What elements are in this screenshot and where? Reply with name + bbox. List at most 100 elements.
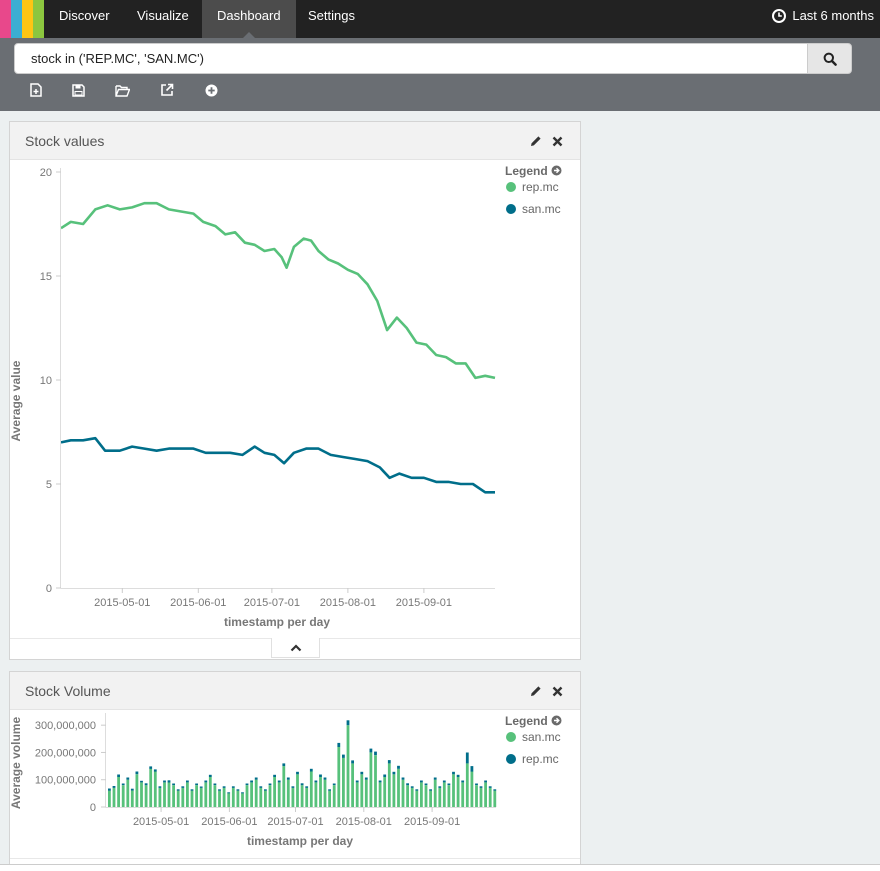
close-icon[interactable] [550, 684, 564, 698]
bar-rep.mc[interactable] [108, 788, 111, 791]
bar-san.mc[interactable] [465, 763, 469, 807]
bar-rep.mc[interactable] [112, 786, 116, 788]
legend-title[interactable]: Legend [505, 164, 562, 178]
bar-san.mc[interactable] [190, 790, 194, 807]
bar-san.mc[interactable] [488, 787, 492, 807]
bar-rep.mc[interactable] [218, 789, 221, 791]
bar-rep.mc[interactable] [176, 789, 180, 791]
bar-rep.mc[interactable] [222, 786, 226, 788]
bar-rep.mc[interactable] [231, 786, 235, 788]
bar-san.mc[interactable] [286, 779, 290, 807]
bar-rep.mc[interactable] [392, 771, 396, 775]
close-icon[interactable] [550, 134, 564, 148]
bar-san.mc[interactable] [484, 782, 487, 808]
bar-san.mc[interactable] [199, 787, 203, 807]
bar-rep.mc[interactable] [190, 789, 194, 791]
bar-rep.mc[interactable] [158, 786, 162, 788]
bar-san.mc[interactable] [277, 782, 281, 808]
bar-rep.mc[interactable] [465, 752, 469, 764]
bar-san.mc[interactable] [296, 774, 299, 807]
tab-settings[interactable]: Settings [293, 0, 370, 38]
bar-rep.mc[interactable] [250, 780, 253, 783]
tab-visualize[interactable]: Visualize [122, 0, 204, 38]
legend-item[interactable]: rep.mc [506, 180, 559, 194]
bar-rep.mc[interactable] [286, 777, 290, 780]
bar-san.mc[interactable] [108, 790, 111, 807]
bar-san.mc[interactable] [401, 779, 405, 807]
bar-rep.mc[interactable] [346, 720, 350, 726]
series-line-rep.mc[interactable] [60, 201, 496, 380]
bar-rep.mc[interactable] [369, 748, 373, 753]
bar-san.mc[interactable] [241, 793, 244, 807]
bar-rep.mc[interactable] [144, 783, 148, 786]
bar-san.mc[interactable] [153, 771, 157, 808]
bar-rep.mc[interactable] [452, 771, 455, 775]
bar-san.mc[interactable] [346, 725, 350, 807]
bar-san.mc[interactable] [328, 790, 331, 807]
bar-san.mc[interactable] [369, 752, 373, 808]
bar-san.mc[interactable] [442, 782, 446, 808]
bar-rep.mc[interactable] [117, 774, 120, 778]
bar-san.mc[interactable] [117, 777, 120, 807]
bar-rep.mc[interactable] [268, 783, 272, 786]
bar-rep.mc[interactable] [300, 783, 304, 786]
bar-rep.mc[interactable] [493, 789, 497, 791]
add-panel-icon[interactable] [203, 82, 219, 98]
bar-san.mc[interactable] [172, 785, 175, 807]
bar-rep.mc[interactable] [305, 786, 309, 788]
bar-rep.mc[interactable] [241, 792, 244, 794]
legend-toggle-icon[interactable] [551, 715, 562, 726]
series-line-san.mc[interactable] [60, 436, 495, 494]
bar-san.mc[interactable] [268, 785, 272, 807]
bar-rep.mc[interactable] [130, 788, 134, 791]
bar-rep.mc[interactable] [378, 780, 382, 783]
bar-rep.mc[interactable] [383, 774, 387, 778]
bar-san.mc[interactable] [387, 763, 391, 807]
bar-rep.mc[interactable] [360, 771, 364, 775]
kibana-logo[interactable] [0, 0, 44, 38]
collapse-legend-button[interactable] [271, 638, 320, 658]
bar-rep.mc[interactable] [264, 789, 267, 791]
bar-san.mc[interactable] [374, 755, 377, 807]
bar-rep.mc[interactable] [429, 789, 432, 791]
bar-san.mc[interactable] [264, 790, 267, 807]
bar-san.mc[interactable] [415, 790, 419, 807]
bar-san.mc[interactable] [195, 785, 198, 807]
bar-san.mc[interactable] [493, 790, 497, 807]
bar-san.mc[interactable] [121, 785, 125, 807]
legend-toggle-icon[interactable] [551, 165, 562, 176]
bar-rep.mc[interactable] [351, 760, 354, 764]
bar-san.mc[interactable] [259, 787, 263, 807]
bar-san.mc[interactable] [245, 785, 249, 807]
bar-rep.mc[interactable] [415, 789, 419, 791]
legend-item[interactable]: san.mc [506, 202, 561, 216]
bar-rep.mc[interactable] [291, 786, 295, 788]
search-input[interactable] [14, 43, 808, 74]
tab-discover[interactable]: Discover [44, 0, 125, 38]
bar-rep.mc[interactable] [323, 777, 327, 780]
save-icon[interactable] [70, 82, 86, 98]
timepicker[interactable]: Last 6 months [772, 0, 874, 32]
legend-item[interactable]: rep.mc [506, 752, 559, 766]
bar-san.mc[interactable] [167, 782, 171, 808]
bar-rep.mc[interactable] [406, 783, 409, 786]
bar-san.mc[interactable] [378, 782, 382, 808]
bar-rep.mc[interactable] [328, 789, 331, 791]
bar-rep.mc[interactable] [121, 783, 125, 786]
bar-rep.mc[interactable] [208, 774, 212, 777]
bar-rep.mc[interactable] [153, 769, 157, 772]
bar-san.mc[interactable] [461, 782, 465, 808]
bar-san.mc[interactable] [337, 747, 341, 807]
legend-item[interactable]: san.mc [506, 730, 561, 744]
bar-san.mc[interactable] [438, 787, 442, 807]
bar-rep.mc[interactable] [433, 777, 437, 780]
legend-title[interactable]: Legend [505, 714, 562, 728]
bar-rep.mc[interactable] [475, 783, 478, 786]
edit-icon[interactable] [529, 134, 543, 148]
bar-san.mc[interactable] [181, 787, 185, 807]
bar-san.mc[interactable] [360, 774, 364, 807]
bar-rep.mc[interactable] [442, 780, 446, 783]
bar-rep.mc[interactable] [204, 780, 208, 783]
bar-rep.mc[interactable] [140, 780, 143, 783]
bar-san.mc[interactable] [342, 757, 345, 807]
